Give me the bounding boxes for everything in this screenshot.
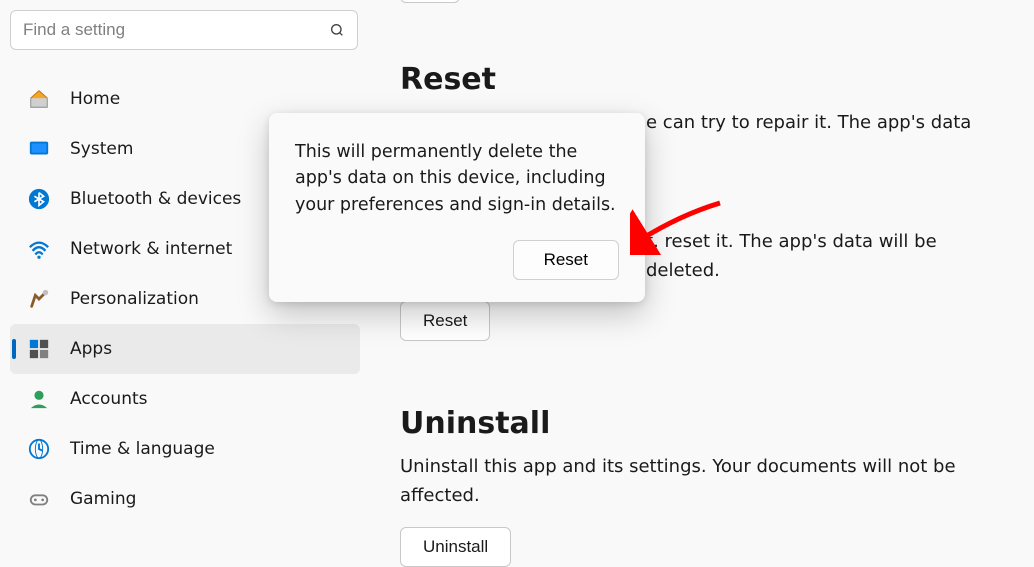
reset-desc-partial: t, reset it. The app's data will be dele… (646, 228, 1004, 286)
sidebar-item-label: System (70, 139, 133, 159)
bluetooth-icon (28, 188, 50, 210)
popup-reset-button[interactable]: Reset (513, 240, 619, 280)
repair-button-partial[interactable] (400, 0, 460, 3)
sidebar-item-label: Personalization (70, 289, 199, 309)
repair-desc-partial: e can try to repair it. The app's data (646, 109, 1004, 138)
uninstall-desc: Uninstall this app and its settings. You… (400, 453, 1004, 511)
network-icon (28, 238, 50, 260)
search-box[interactable] (10, 10, 358, 50)
gaming-icon (28, 488, 50, 510)
reset-confirm-popup: This will permanently delete the app's d… (269, 113, 645, 302)
sidebar-item-label: Home (70, 89, 120, 109)
search-icon (329, 22, 345, 38)
system-icon (28, 138, 50, 160)
sidebar-item-apps[interactable]: Apps (10, 324, 360, 374)
home-icon (28, 88, 50, 110)
sidebar-item-accounts[interactable]: Accounts (10, 374, 360, 424)
uninstall-button[interactable]: Uninstall (400, 527, 511, 567)
time-language-icon (28, 438, 50, 460)
sidebar-item-label: Time & language (70, 439, 215, 459)
search-input[interactable] (23, 20, 329, 40)
reset-section-title: Reset (400, 62, 1004, 97)
sidebar-item-time-language[interactable]: Time & language (10, 424, 360, 474)
sidebar-item-label: Apps (70, 339, 112, 359)
popup-text: This will permanently delete the app's d… (295, 139, 619, 218)
reset-button[interactable]: Reset (400, 301, 490, 341)
uninstall-section-title: Uninstall (400, 406, 1004, 441)
sidebar-item-label: Bluetooth & devices (70, 189, 241, 209)
accounts-icon (28, 388, 50, 410)
personalization-icon (28, 288, 50, 310)
apps-icon (28, 338, 50, 360)
sidebar-item-label: Network & internet (70, 239, 232, 259)
sidebar-item-label: Accounts (70, 389, 148, 409)
sidebar-item-gaming[interactable]: Gaming (10, 474, 360, 524)
sidebar-item-label: Gaming (70, 489, 136, 509)
